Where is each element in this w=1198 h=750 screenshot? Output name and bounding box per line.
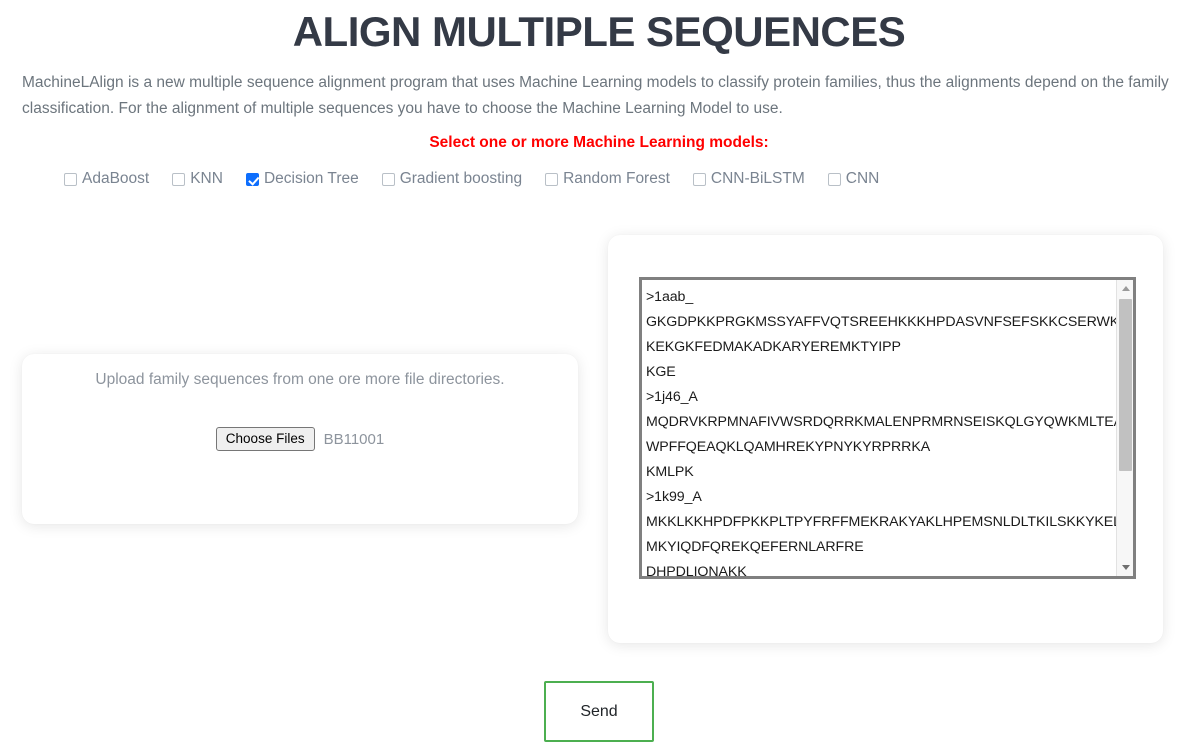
model-checkbox-row: AdaBoost KNN Decision Tree Gradient boos…	[0, 170, 1198, 188]
model-checkbox-cnn-bilstm[interactable]: CNN-BiLSTM	[692, 170, 805, 188]
sequence-textarea[interactable]: >1aab_ GKGDPKKPRGKMSSYAFFVQTSREEHKKKHPDA…	[639, 277, 1136, 579]
model-label: Gradient boosting	[399, 170, 523, 188]
model-checkbox-random-forest[interactable]: Random Forest	[545, 170, 670, 188]
checkbox-icon[interactable]	[172, 172, 186, 186]
send-button-row: Send	[0, 681, 1198, 742]
scroll-down-arrow-icon[interactable]	[1117, 559, 1133, 576]
model-label: AdaBoost	[82, 170, 150, 188]
model-checkbox-cnn[interactable]: CNN	[827, 170, 880, 188]
model-label: CNN	[845, 170, 880, 188]
send-button[interactable]: Send	[544, 681, 654, 742]
model-checkbox-gradient-boosting[interactable]: Gradient boosting	[381, 170, 523, 188]
upload-card: Upload family sequences from one ore mor…	[22, 354, 578, 524]
upload-prompt: Upload family sequences from one ore mor…	[95, 371, 505, 388]
checkbox-icon[interactable]	[827, 172, 841, 186]
selected-file-name: BB11001	[323, 430, 385, 448]
checkbox-icon[interactable]	[692, 172, 706, 186]
model-label: CNN-BiLSTM	[710, 170, 805, 188]
model-label: KNN	[190, 170, 223, 188]
page-title: ALIGN MULTIPLE SEQUENCES	[292, 8, 906, 55]
choose-files-button[interactable]: Choose Files	[215, 427, 315, 451]
model-checkbox-knn[interactable]: KNN	[172, 170, 223, 188]
checkbox-icon[interactable]	[381, 172, 395, 186]
checkbox-checked-icon[interactable]	[245, 172, 259, 186]
page-root: ALIGN MULTIPLE SEQUENCES MachineLAlign i…	[0, 0, 1198, 750]
checkbox-icon[interactable]	[545, 172, 559, 186]
scrollbar-thumb[interactable]	[1119, 299, 1132, 471]
model-label: Random Forest	[563, 170, 670, 188]
checkbox-icon[interactable]	[64, 172, 77, 186]
model-checkbox-decision-tree[interactable]: Decision Tree	[245, 170, 359, 188]
select-models-note: Select one or more Machine Learning mode…	[429, 134, 769, 152]
model-checkbox-adaboost[interactable]: AdaBoost	[64, 170, 149, 188]
model-label: Decision Tree	[263, 170, 359, 188]
upload-controls: Choose Files BB11001	[22, 427, 578, 451]
scroll-up-arrow-icon[interactable]	[1117, 280, 1133, 297]
intro-paragraph: MachineLAlign is a new multiple sequence…	[22, 74, 1169, 118]
sequence-card: >1aab_ GKGDPKKPRGKMSSYAFFVQTSREEHKKKHPDA…	[608, 235, 1163, 643]
sequence-text[interactable]: >1aab_ GKGDPKKPRGKMSSYAFFVQTSREEHKKKHPDA…	[642, 280, 1133, 576]
sequence-scrollbar[interactable]	[1116, 280, 1133, 576]
